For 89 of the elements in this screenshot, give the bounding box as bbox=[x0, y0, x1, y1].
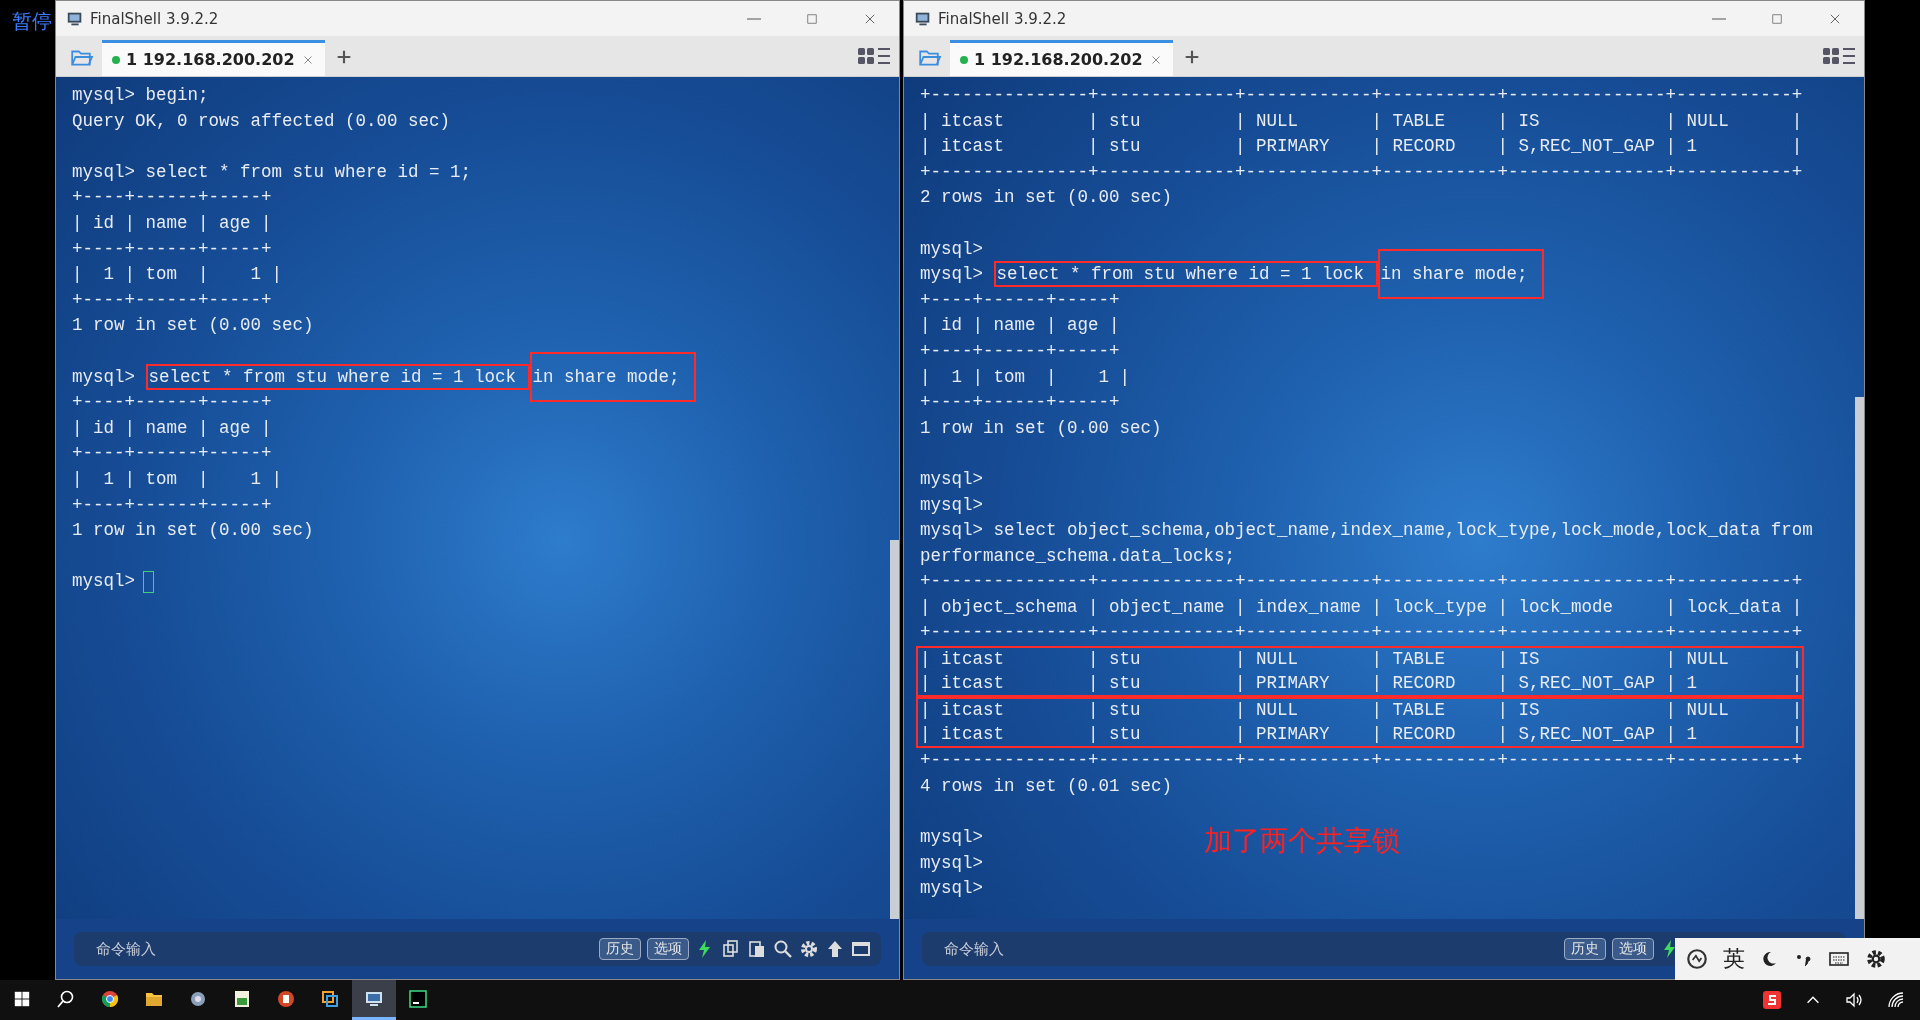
up-arrow-icon[interactable] bbox=[825, 939, 845, 959]
terminal-line: 1 row in set (0.00 sec) bbox=[72, 519, 314, 543]
scrollbar-thumb[interactable] bbox=[890, 540, 899, 919]
toolbar-button[interactable]: 历史 bbox=[1564, 938, 1606, 960]
terminal-line: | object_schema | object_name | index_name | lock_type | lock_mode | lock_data | bbox=[920, 595, 1803, 619]
ime-logo-icon[interactable] bbox=[1685, 947, 1709, 971]
terminal-line: +----+------+-----+ bbox=[72, 442, 272, 466]
terminal-line: +----+------+-----+ bbox=[72, 493, 272, 517]
minimize-icon bbox=[1712, 17, 1726, 20]
command-input[interactable]: 命令输入 历史 选项 bbox=[74, 932, 881, 966]
copy-icon[interactable] bbox=[721, 939, 741, 959]
toolbar-button[interactable]: 选项 bbox=[1612, 938, 1654, 960]
terminal-line: +---------------+-------------+------------+-----------+---------------+-----------+ bbox=[920, 621, 1803, 645]
browser-icon[interactable] bbox=[100, 988, 120, 1009]
terminal-line: +----+------+-----+ bbox=[72, 288, 272, 312]
settings-icon[interactable] bbox=[799, 939, 819, 959]
minimize-icon bbox=[747, 17, 761, 20]
terminal-text: mysql> bbox=[72, 366, 136, 387]
terminal-line: 1 row in set (0.00 sec) bbox=[72, 314, 314, 338]
highlighted-text: select * from stu where id = 1 lock bbox=[993, 261, 1378, 288]
spreadsheet-icon[interactable] bbox=[232, 988, 252, 1009]
terminal-line: | itcast | stu | NULL | TABLE | IS | NULL | bbox=[920, 648, 1803, 672]
terminal-line: +----+------+-----+ bbox=[920, 391, 1120, 415]
window-title: FinalShell 3.9.2.2 bbox=[938, 9, 1068, 28]
terminal-line: | itcast | stu | PRIMARY | RECORD | S,REC_NOT_GAP | 1 | bbox=[920, 135, 1803, 159]
terminal-line: | 1 | tom | 1 | bbox=[920, 365, 1131, 389]
paste-icon[interactable] bbox=[747, 939, 767, 959]
window-title: FinalShell 3.9.2.2 bbox=[90, 9, 220, 28]
boxes-icon[interactable] bbox=[320, 988, 340, 1009]
terminal-line: +---------------+-------------+------------+-----------+---------------+-----------+ bbox=[920, 749, 1803, 773]
terminal-line: | id | name | age | bbox=[72, 211, 272, 235]
terminal-line: | itcast | stu | PRIMARY | RECORD | S,REC_NOT_GAP | 1 | bbox=[920, 722, 1803, 746]
search-icon[interactable] bbox=[773, 939, 793, 959]
highlighted-text: in share mode; bbox=[1377, 249, 1544, 300]
keyboard-icon[interactable] bbox=[1827, 949, 1851, 969]
toolbar-button[interactable]: 选项 bbox=[647, 938, 689, 960]
terminal-line: +----+------+-----+ bbox=[72, 391, 272, 415]
terminal-line: | itcast | stu | NULL | TABLE | IS | NULL | bbox=[920, 109, 1803, 133]
terminal-line: performance_schema.data_locks; bbox=[920, 544, 1236, 568]
wifi-icon[interactable] bbox=[1886, 990, 1906, 1010]
annotation-text: 加了两个共享锁 bbox=[1204, 823, 1400, 859]
terminal-line: | 1 | tom | 1 | bbox=[72, 263, 283, 287]
window-icon[interactable] bbox=[851, 939, 871, 959]
database-app-icon[interactable] bbox=[408, 988, 428, 1009]
layout-icon[interactable] bbox=[855, 46, 893, 66]
terminal-line: mysql> begin; bbox=[72, 84, 209, 107]
volume-icon[interactable] bbox=[1844, 990, 1864, 1010]
terminal-line: mysql> bbox=[920, 826, 983, 850]
terminal-line: | id | name | age | bbox=[920, 314, 1120, 338]
terminal-line: 1 row in set (0.00 sec) bbox=[920, 416, 1162, 440]
terminal-line: | id | name | age | bbox=[72, 416, 272, 440]
scrollbar-thumb[interactable] bbox=[1855, 396, 1864, 919]
terminal-line: mysql> select * from stu where id = 1; bbox=[72, 160, 472, 184]
terminal-text: mysql> bbox=[72, 571, 135, 592]
terminal-line: mysql> bbox=[920, 237, 983, 261]
terminal-line: 2 rows in set (0.00 sec) bbox=[920, 186, 1173, 210]
terminal-line: | itcast | stu | NULL | TABLE | IS | NULL | bbox=[920, 699, 1803, 723]
taskbar-app[interactable] bbox=[352, 980, 396, 1020]
maximize-icon bbox=[1770, 11, 1784, 26]
pause-label[interactable]: 暂停 bbox=[0, 0, 52, 35]
terminal-line: +---------------+-------------+------------+-----------+---------------+-----------+ bbox=[920, 570, 1803, 594]
maximize-icon bbox=[805, 11, 819, 26]
terminal-line: +----+------+-----+ bbox=[920, 288, 1120, 312]
terminal-line: 4 rows in set (0.01 sec) bbox=[920, 775, 1173, 799]
terminal-line: Query OK, 0 rows affected (0.00 sec) bbox=[72, 109, 451, 133]
terminal-line: mysql> bbox=[920, 877, 983, 901]
terminal-line: mysql> bbox=[920, 851, 983, 875]
ime-tray-icon[interactable] bbox=[1762, 990, 1782, 1010]
terminal-line: +----+------+-----+ bbox=[920, 339, 1120, 363]
search-icon bbox=[56, 988, 76, 1009]
terminal-line: | itcast | stu | PRIMARY | RECORD | S,REC_NOT_GAP | 1 | bbox=[920, 671, 1803, 695]
terminal-line: mysql> bbox=[920, 493, 983, 517]
terminal-line: | 1 | tom | 1 | bbox=[72, 467, 283, 491]
windows-icon bbox=[13, 989, 31, 1008]
settings-icon[interactable] bbox=[1865, 948, 1887, 970]
terminal-line: +----+------+-----+ bbox=[72, 186, 272, 210]
terminal-text: mysql> bbox=[920, 264, 984, 285]
layout-icon[interactable] bbox=[1820, 46, 1858, 66]
slides-icon[interactable] bbox=[276, 988, 296, 1009]
terminal-line: mysql> bbox=[920, 467, 983, 491]
terminal-line: +---------------+-------------+------------+-----------+---------------+-----------+ bbox=[920, 84, 1803, 107]
terminal-line: mysql> select object_schema,object_name,index_name,lock_type,lock_mode,lock_data from bbox=[920, 519, 1813, 543]
terminal-line: +----+------+-----+ bbox=[72, 237, 272, 261]
terminal-line: +---------------+-------------+------------+-----------+---------------+-----------+ bbox=[920, 160, 1803, 184]
toolbar-button[interactable]: 历史 bbox=[599, 938, 641, 960]
highlighted-text: select * from stu where id = 1 lock bbox=[145, 363, 530, 390]
session-tab[interactable]: 1 192.168.200.202 bbox=[102, 40, 325, 76]
highlighted-text: in share mode; bbox=[529, 351, 696, 402]
session-tab[interactable]: 1 192.168.200.202 bbox=[950, 40, 1173, 76]
